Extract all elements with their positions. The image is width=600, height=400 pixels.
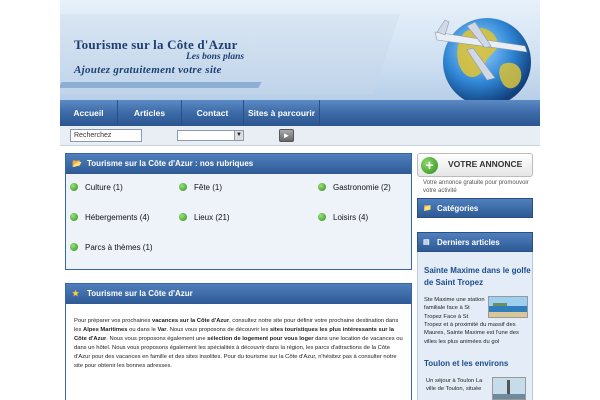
nav-sites[interactable]: Sites à parcourir: [244, 100, 320, 126]
bullet-icon: [318, 213, 326, 221]
beach-image: [489, 297, 527, 317]
search-button[interactable]: ►: [279, 129, 294, 142]
derniers-articles-list: Sainte Maxime dans le golfe de Saint Tro…: [417, 252, 533, 400]
list-icon: ▤: [423, 239, 430, 246]
intro-text-part: ou dans le: [127, 326, 158, 333]
categories-heading-text: Catégories: [437, 204, 479, 213]
rubrique-hebergements[interactable]: Hébergements (4): [70, 213, 149, 222]
search-bar: Recherchez ▼ ►: [60, 126, 540, 146]
globe-airplane-logo: [434, 18, 531, 100]
intro-text-part: . Nous vous proposons de découvrir les: [166, 326, 270, 333]
article-thumbnail[interactable]: [488, 296, 528, 318]
rubrique-fete[interactable]: Fête (1): [179, 183, 222, 192]
bullet-icon: [70, 183, 78, 191]
star-icon: ★: [72, 289, 80, 298]
plus-icon: +: [421, 157, 438, 174]
rubrique-loisirs[interactable]: Loisirs (4): [318, 213, 368, 222]
article-title-sainte-maxime[interactable]: Sainte Maxime dans le golfe de Saint Tro…: [424, 265, 532, 289]
rubrique-label: Gastronomie (2): [333, 183, 391, 192]
rubrique-label: Fête (1): [194, 183, 223, 192]
chevron-down-icon[interactable]: ▼: [234, 131, 243, 140]
folder-icon: 📂: [72, 159, 82, 168]
article-title-toulon[interactable]: Toulon et les environs: [424, 358, 532, 370]
intro-text-bold: vacances sur la Côte d'Azur: [151, 318, 230, 324]
nav-articles[interactable]: Articles: [118, 100, 182, 126]
bullet-icon: [318, 183, 326, 191]
rubrique-label: Hébergements (4): [85, 213, 150, 222]
rubrique-label: Loisirs (4): [333, 213, 369, 222]
intro-heading-text: Tourisme sur la Côte d'Azur: [87, 289, 193, 298]
rubrique-label: Culture (1): [85, 183, 123, 192]
rubrique-gastronomie[interactable]: Gastronomie (2): [318, 183, 391, 192]
bullet-icon: [179, 213, 187, 221]
article-thumbnail[interactable]: [492, 377, 526, 400]
intro-text: Pour préparer vos prochaines vacances su…: [66, 304, 411, 370]
rubrique-label: Parcs à thèmes (1): [85, 243, 153, 252]
site-title[interactable]: Tourisme sur la Côte d'Azur: [74, 37, 238, 53]
bullet-icon: [70, 243, 78, 251]
main-nav: Accueil Articles Contact Sites à parcour…: [60, 100, 540, 126]
article-excerpt: Un séjour à Toulon La ville de Toulon, s…: [426, 378, 483, 393]
article-excerpt: Ste Maxime une station familiale face à …: [424, 297, 485, 320]
search-input[interactable]: Recherchez: [70, 129, 142, 142]
intro-text-bold: Alpes Maritimes: [83, 326, 128, 333]
folder-icon: 📁: [423, 205, 432, 212]
categories-heading[interactable]: 📁 Catégories: [417, 198, 533, 218]
nav-accueil[interactable]: Accueil: [60, 100, 118, 126]
site-tagline: Les bons plans: [186, 52, 245, 62]
intro-heading: ★ Tourisme sur la Côte d'Azur: [66, 284, 411, 304]
article-excerpt: Tropez et à proximité du massif des Maur…: [424, 322, 519, 345]
bullet-icon: [70, 213, 78, 221]
rubriques-heading-text: Tourisme sur la Côte d'Azur : nos rubriq…: [87, 159, 254, 168]
intro-box: ★ Tourisme sur la Côte d'Azur Pour prépa…: [65, 283, 412, 400]
city-image: [493, 378, 525, 399]
intro-text-part: . Nous vous proposons également une: [106, 335, 208, 342]
site-subtagline: Ajoutez gratuitement votre site: [74, 64, 222, 76]
rubrique-parcs[interactable]: Parcs à thèmes (1): [70, 243, 153, 252]
rubrique-lieux[interactable]: Lieux (21): [179, 213, 230, 222]
bullet-icon: [179, 183, 187, 191]
intro-text-bold: sélection de logement pour vous loger: [207, 335, 314, 342]
site-header: Tourisme sur la Côte d'Azur Les bons pla…: [60, 0, 540, 100]
rubrique-culture[interactable]: Culture (1): [70, 183, 123, 192]
page: Tourisme sur la Côte d'Azur Les bons pla…: [60, 0, 540, 400]
annonce-subtext: Votre annonce gratuite pour promouvoir v…: [423, 180, 529, 194]
derniers-heading-text: Derniers articles: [437, 238, 500, 247]
derniers-articles-heading: ▤ Derniers articles: [417, 232, 533, 252]
votre-annonce-button[interactable]: + VOTRE ANNONCE: [417, 153, 533, 177]
rubriques-box: 📂 Tourisme sur la Côte d'Azur : nos rubr…: [65, 153, 412, 270]
rubrique-label: Lieux (21): [194, 213, 230, 222]
rubriques-heading: 📂 Tourisme sur la Côte d'Azur : nos rubr…: [66, 154, 411, 174]
intro-text-part: Pour préparer vos prochaines: [74, 318, 152, 324]
category-select[interactable]: ▼: [177, 130, 244, 141]
annonce-label: VOTRE ANNONCE: [448, 159, 523, 169]
nav-contact[interactable]: Contact: [182, 100, 244, 126]
arrow-right-icon: ►: [282, 131, 291, 140]
intro-text-bold: Var: [157, 326, 167, 333]
